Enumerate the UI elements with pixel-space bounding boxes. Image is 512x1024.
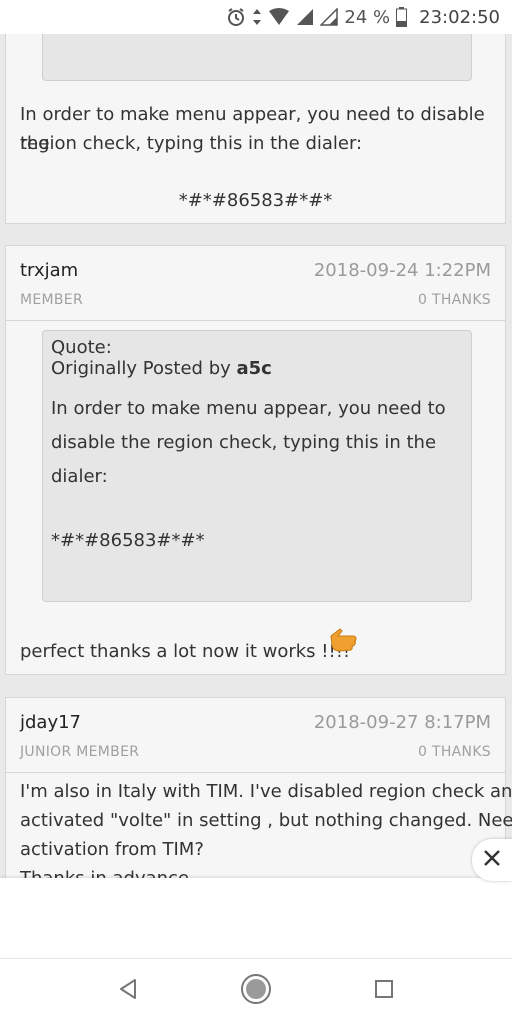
post-body: perfect thanks a lot now it works !!!! (20, 641, 351, 662)
quote-line: In order to make menu appear, you need t… (51, 398, 446, 419)
quote-code: *#*#86583#*#* (51, 530, 205, 551)
post-code: *#*#86583#*#* (178, 190, 333, 211)
quote-label: Quote: (51, 337, 112, 358)
post-header: jday17 2018-09-27 8:17PM JUNIOR MEMBER 0… (6, 698, 505, 773)
recents-button[interactable] (368, 975, 400, 1007)
post-date: 2018-09-27 8:17PM (313, 712, 491, 733)
ad-banner[interactable] (0, 878, 512, 958)
clock: 23:02:50 (419, 6, 500, 28)
post-body-line: I'm also in Italy with TIM. I've disable… (20, 781, 512, 802)
battery-percent: 24 % (344, 6, 391, 28)
signal-icon (320, 8, 339, 26)
quote-author: a5c (236, 358, 272, 379)
back-icon (118, 978, 138, 1004)
close-icon (483, 849, 501, 871)
thanks-count: 0 THANKS (418, 744, 491, 760)
battery-icon (396, 7, 408, 27)
back-button[interactable] (112, 975, 144, 1007)
post-body-line: region check, typing this in the dialer: (20, 133, 363, 154)
home-button[interactable] (240, 973, 272, 1009)
home-icon (240, 973, 272, 1009)
post-card: trxjam 2018-09-24 1:22PM MEMBER 0 THANKS… (5, 245, 506, 675)
username-link[interactable]: jday17 (20, 712, 81, 733)
post-body-line: activation from TIM? (20, 839, 204, 860)
quote-box: Quote: Originally Posted by a5c In order… (42, 330, 472, 602)
wifi-icon (268, 8, 290, 26)
user-role: MEMBER (20, 292, 83, 308)
posted-by-prefix: Originally Posted by (51, 358, 237, 379)
alarm-icon (226, 7, 246, 27)
quote-line: dialer: (51, 466, 108, 487)
post-date: 2018-09-24 1:22PM (313, 260, 491, 281)
status-bar: 24 % 23:02:50 (0, 0, 512, 34)
data-arrows-icon (252, 8, 262, 26)
thanks-count: 0 THANKS (418, 292, 491, 308)
close-ad-button[interactable] (472, 839, 512, 881)
signal-icon (296, 8, 314, 26)
username-link[interactable]: trxjam (20, 260, 78, 281)
post-header: trxjam 2018-09-24 1:22PM MEMBER 0 THANKS (6, 246, 505, 321)
post-card: jday17 2018-09-27 8:17PM JUNIOR MEMBER 0… (5, 697, 512, 897)
quote-line: disable the region check, typing this in… (51, 432, 437, 453)
system-nav-bar (0, 958, 512, 1024)
recents-icon (374, 979, 394, 1003)
thumbs-up-icon (328, 626, 358, 660)
post-body-line: activated "volte" in setting , but nothi… (20, 810, 512, 831)
quote-attribution: Originally Posted by a5c (51, 358, 272, 380)
user-role: JUNIOR MEMBER (20, 744, 140, 760)
